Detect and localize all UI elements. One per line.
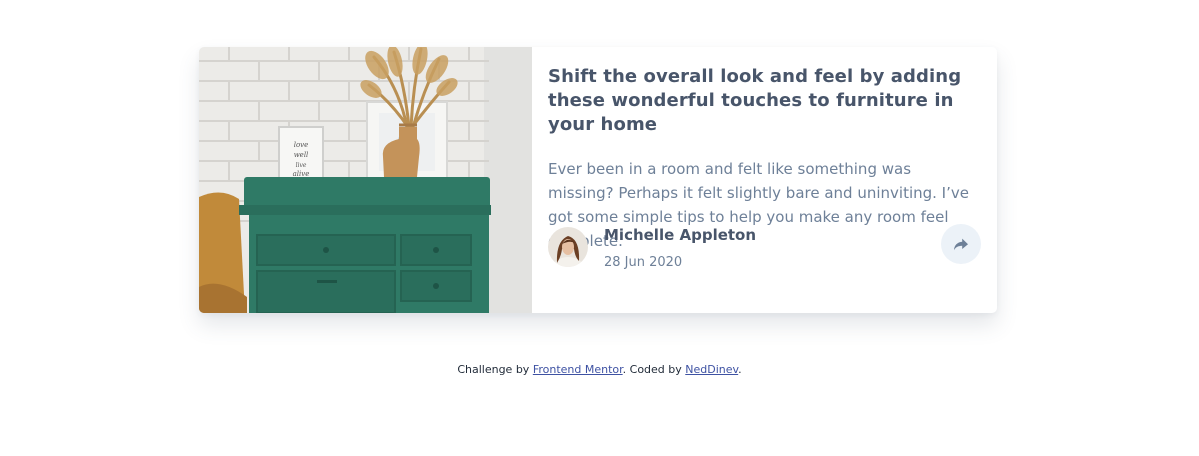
publish-date: 28 Jun 2020 [604,255,683,270]
svg-text:alive: alive [293,170,310,178]
attribution-middle: . Coded by [622,363,686,376]
avatar [548,227,588,267]
article-image: love well live alive [199,47,532,313]
frontend-mentor-link[interactable]: Frontend Mentor [533,363,623,376]
article-title: Shift the overall look and feel by addin… [548,66,962,135]
share-icon [954,238,968,250]
svg-text:well: well [294,151,309,159]
svg-text:live: live [296,162,307,169]
author-profile-link[interactable]: NedDinev [685,363,738,376]
attribution-suffix: . [738,363,742,376]
author-text: Michelle Appleton 28 Jun 2020 [604,225,756,271]
card-content: Shift the overall look and feel by addin… [532,47,997,313]
article-preview-card: love well live alive Shift the overall l… [199,47,997,313]
drawers-image: love well live alive [199,47,532,313]
author-block: Michelle Appleton 28 Jun 2020 [548,223,756,271]
attribution: Challenge by Frontend Mentor. Coded by N… [0,363,1199,377]
attribution-prefix: Challenge by [457,363,533,376]
avatar-image [548,227,588,267]
svg-text:love: love [294,141,309,149]
author-name: Michelle Appleton [604,226,757,244]
share-button[interactable] [941,224,981,264]
